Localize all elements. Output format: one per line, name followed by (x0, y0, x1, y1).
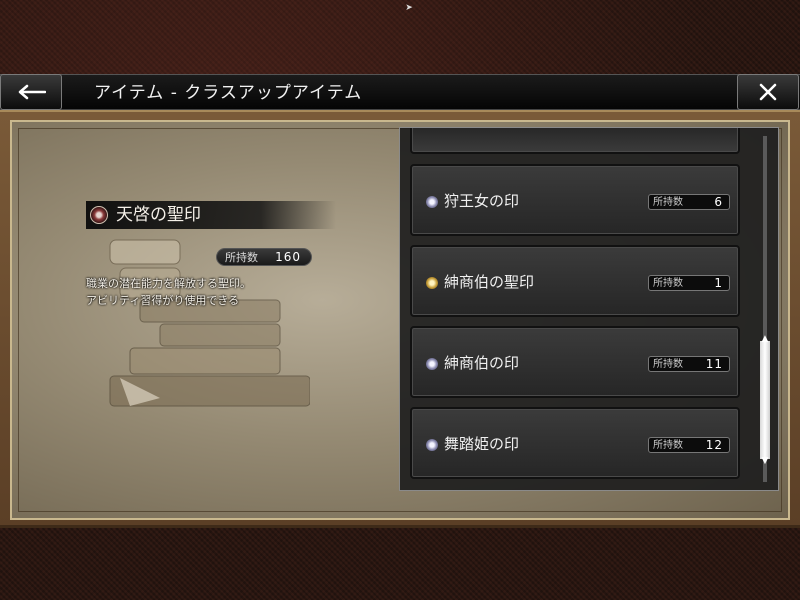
back-arrow-icon (18, 84, 46, 100)
count-label: 所持数 (653, 278, 683, 289)
close-icon (759, 83, 777, 101)
back-button[interactable] (0, 74, 62, 110)
scroll-up-icon: ▲ (761, 334, 769, 344)
silver-seal-icon (426, 358, 438, 370)
count-value: 11 (705, 357, 723, 371)
owned-count-pill: 所持数 160 (216, 248, 312, 266)
silver-seal-icon (426, 439, 438, 451)
list-item-name: 紳商伯の聖印 (444, 273, 535, 291)
count-label: 所持数 (653, 197, 683, 208)
list-item[interactable]: 舞踏姫の印 所持数 12 (410, 407, 740, 479)
scroll-thumb[interactable] (760, 341, 770, 459)
gold-seal-icon (426, 277, 438, 289)
silver-seal-icon (426, 196, 438, 208)
close-button[interactable] (737, 74, 799, 110)
header-bar: アイテム - クラスアップアイテム (0, 74, 800, 110)
list-item[interactable]: 紳商伯の聖印 所持数 1 (410, 245, 740, 317)
list-item[interactable]: 紳商伯の印 所持数 11 (410, 326, 740, 398)
count-box: 所持数 6 (648, 194, 730, 210)
item-list[interactable]: 狩王女の印 所持数 6 紳商伯の聖印 所持数 1 紳商伯の印 所持数 11 舞踏… (399, 127, 779, 491)
owned-label: 所持数 (225, 251, 258, 264)
count-label: 所持数 (653, 359, 683, 370)
description-line-1: 職業の潜在能力を解放する聖印。 (86, 277, 251, 290)
count-box: 所持数 12 (648, 437, 730, 453)
list-item[interactable]: 狩王女の印 所持数 6 (410, 164, 740, 236)
location-arrow-icon: ➤ (405, 3, 413, 13)
scrollbar[interactable]: ▲ ▼ (760, 136, 770, 482)
owned-value: 160 (275, 250, 301, 264)
count-value: 1 (714, 276, 723, 290)
red-seal-icon (90, 206, 108, 224)
count-box: 所持数 1 (648, 275, 730, 291)
item-name: 天啓の聖印 (116, 205, 201, 225)
scroll-down-icon: ▼ (761, 456, 769, 466)
list-item-name: 紳商伯の印 (444, 354, 520, 372)
page-title: アイテム - クラスアップアイテム (94, 83, 363, 103)
count-label: 所持数 (653, 440, 683, 451)
list-item-name: 舞踏姫の印 (444, 435, 520, 453)
count-box: 所持数 11 (648, 356, 730, 372)
item-title-bar: 天啓の聖印 (86, 201, 336, 229)
list-item-partial[interactable] (410, 128, 740, 154)
list-item-name: 狩王女の印 (444, 192, 520, 210)
count-value: 12 (705, 438, 723, 452)
description-line-2: アビリティ習得がり使用できる (86, 294, 240, 307)
item-description: 職業の潜在能力を解放する聖印。 アビリティ習得がり使用できる (86, 275, 286, 309)
count-value: 6 (714, 195, 723, 209)
